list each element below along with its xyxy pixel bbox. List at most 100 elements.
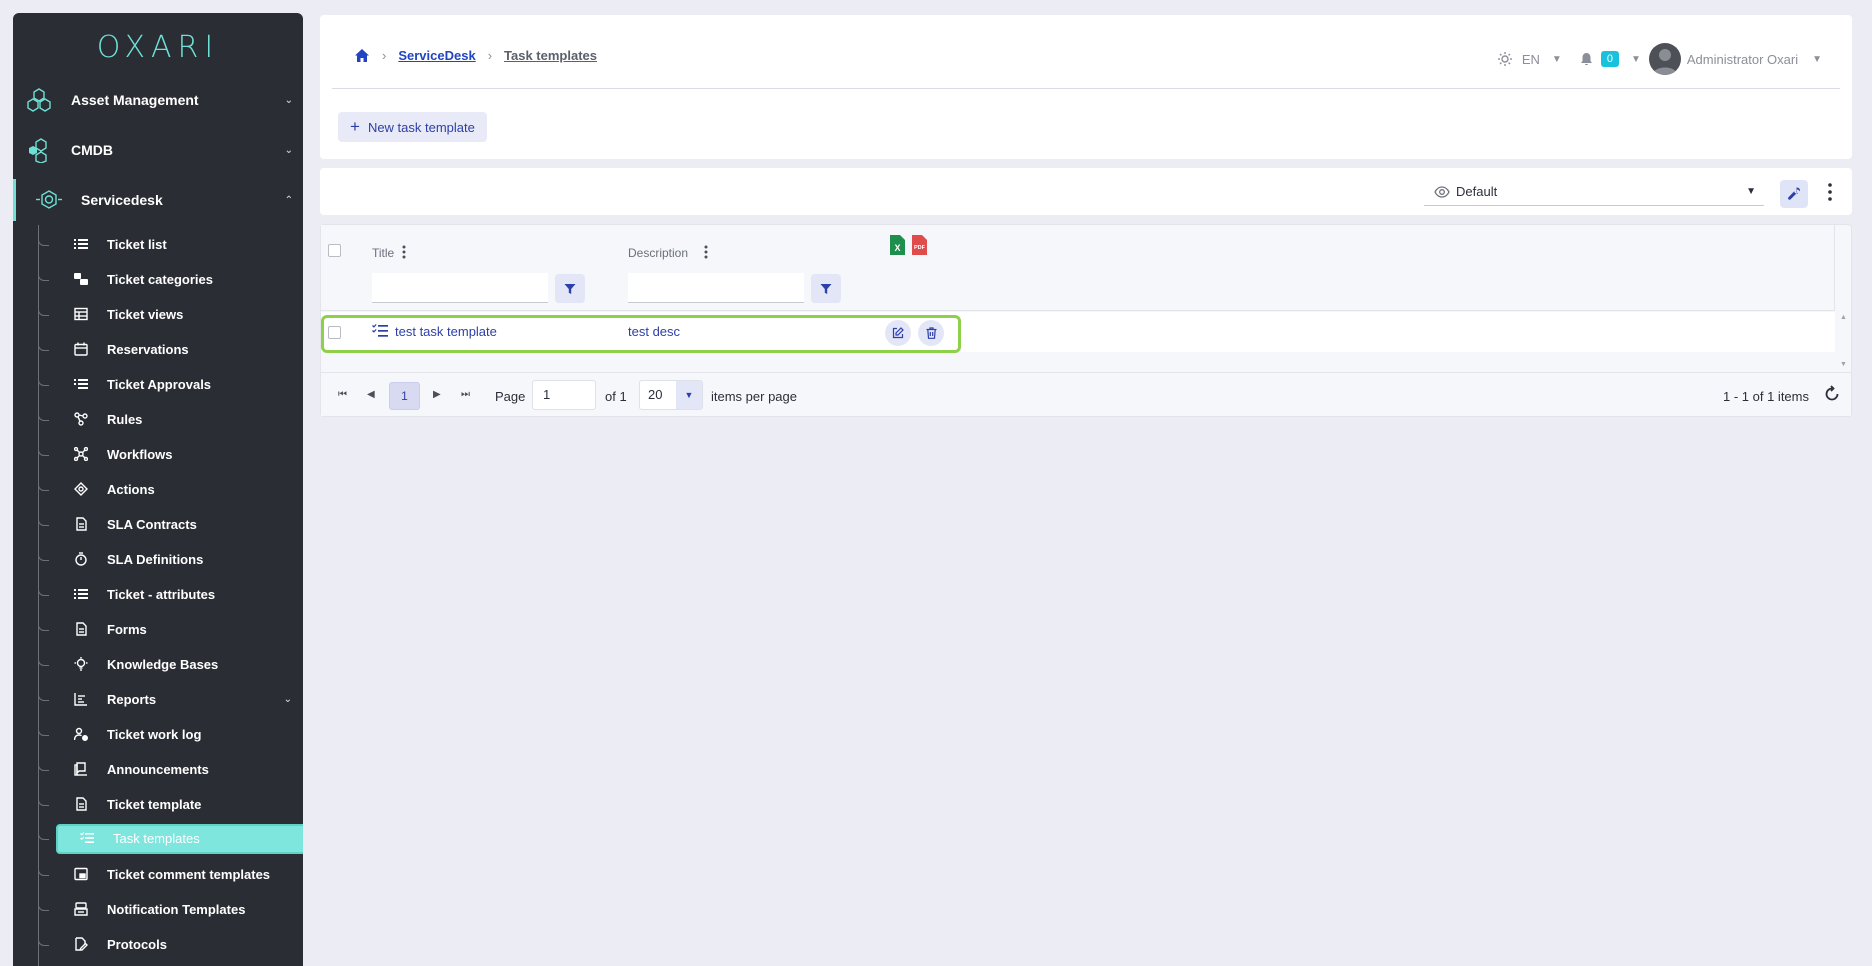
sidebar-item-label: Ticket Approvals [107,376,212,392]
user-name[interactable]: Administrator Oxari [1687,52,1798,67]
header-divider [332,88,1840,89]
sidebar-item-notification-templates[interactable]: Notification Templates [38,893,300,925]
page-size-select[interactable]: 20 ▼ [639,380,703,410]
title-filter-button[interactable] [555,274,585,303]
description-filter-input[interactable] [628,273,804,303]
sidebar-item-ticket-views[interactable]: Ticket views [38,298,300,330]
sidebar-item-label: Actions [107,481,155,497]
chevron-down-icon: ⌄ [283,693,292,705]
column-header-title[interactable]: Title [372,246,394,260]
sidebar-item-ticket-comment-templates[interactable]: Ticket comment templates [38,858,300,890]
caret-down-icon[interactable]: ▼ [1812,54,1822,65]
select-all-checkbox[interactable] [328,244,341,257]
home-icon[interactable] [354,48,370,63]
sidebar-item-actions[interactable]: Actions [38,473,300,505]
bell-icon[interactable] [1580,52,1593,66]
hexagon-cluster-icon [27,88,51,112]
column-menu-icon[interactable] [401,244,407,260]
breadcrumb-current[interactable]: Task templates [504,48,597,63]
new-task-template-button[interactable]: + New task template [338,112,487,142]
sidebar-item-ticket-template[interactable]: Ticket template [38,788,300,820]
sidebar-item-cmdb[interactable]: CMDB ⌄ [13,129,303,171]
template-icon [76,797,87,811]
breadcrumb-servicedesk-link[interactable]: ServiceDesk [398,48,475,63]
title-filter-input[interactable] [372,273,548,303]
delete-button[interactable] [918,320,944,346]
scroll-up-icon[interactable]: ▲ [1840,314,1847,321]
previous-page-icon[interactable]: ◀ [367,389,375,400]
cmdb-icon [29,138,47,163]
sidebar-item-rules[interactable]: Rules [38,403,300,435]
theme-sun-icon[interactable] [1497,52,1512,66]
actions-icon [74,482,88,496]
caret-down-icon[interactable]: ▼ [1631,54,1641,65]
page-label: Page [495,389,526,404]
sidebar-item-protocols[interactable]: Protocols [38,928,300,960]
breadcrumb: › ServiceDesk › Task templates [354,48,597,63]
next-page-icon[interactable]: ▶ [433,389,441,400]
sidebar-item-label: Servicedesk [81,192,163,208]
language-selector[interactable]: EN [1522,52,1540,67]
items-per-page-label: items per page [711,389,797,404]
sidebar-item-ticket-categories[interactable]: Ticket categories [38,263,300,295]
avatar[interactable] [1648,43,1681,75]
vertical-scrollbar[interactable]: ▲ ▼ [1837,312,1851,370]
scroll-down-icon[interactable]: ▼ [1840,361,1847,368]
sidebar-item-asset-management[interactable]: Asset Management ⌄ [13,79,303,121]
reports-icon [74,693,87,706]
sidebar-item-label: Ticket views [107,306,184,322]
rules-icon [74,412,88,426]
description-filter-button[interactable] [811,274,841,303]
chevron-down-icon: ⌄ [284,94,293,106]
sidebar-item-announcements[interactable]: Announcements [38,753,300,785]
calendar-icon [74,342,88,356]
sidebar-item-label: SLA Contracts [107,516,197,532]
logo: OXARI [13,13,303,75]
excel-icon[interactable]: X [889,235,905,255]
sidebar-item-ticket-attributes[interactable]: Ticket - attributes [38,578,300,610]
sidebar-item-sla-definitions[interactable]: SLA Definitions [38,543,300,575]
settings-wrench-button[interactable] [1780,180,1808,208]
comment-template-icon [74,867,88,881]
sidebar-item-reservations[interactable]: Reservations [38,333,300,365]
sidebar-item-workflows[interactable]: Workflows [38,438,300,470]
pager-summary: 1 - 1 of 1 items [1723,389,1809,404]
sidebar-item-ticket-list[interactable]: Ticket list [38,228,300,260]
sidebar-item-ticket-approvals[interactable]: Ticket Approvals [38,368,300,400]
sidebar-item-forms[interactable]: Forms [38,613,300,645]
page-number-input[interactable]: 1 [532,380,596,410]
refresh-icon[interactable] [1823,385,1841,403]
notification-count-badge[interactable]: 0 [1600,51,1619,67]
column-header-description[interactable]: Description [628,246,688,260]
sidebar-item-label: Forms [107,621,147,637]
sidebar-item-servicedesk[interactable]: Servicedesk ⌃ [13,179,303,221]
pdf-icon[interactable]: PDF [911,235,927,255]
column-menu-icon[interactable] [703,244,709,260]
sidebar-item-label: Ticket comment templates [107,866,271,882]
caret-down-icon[interactable]: ▼ [1552,54,1562,65]
chevron-down-icon: ⌄ [284,144,293,156]
sidebar-item-knowledge-bases[interactable]: Knowledge Bases [38,648,300,680]
view-selector[interactable]: Default ▼ [1424,178,1764,206]
sidebar-item-label: Reservations [107,341,189,357]
sidebar-item-reports[interactable]: Reports ⌄ [38,683,300,715]
sidebar-item-ticket-work-log[interactable]: Ticket work log [38,718,300,750]
cell-description: test desc [628,324,681,339]
first-page-icon[interactable]: ⏮ [338,389,347,400]
wrench-icon [1788,187,1801,200]
logo-text: OXARI [96,29,220,65]
cell-title[interactable]: test task template [395,324,497,339]
form-icon [76,622,87,636]
plus-icon: + [350,117,360,136]
svg-text:PDF: PDF [914,245,926,251]
row-checkbox[interactable] [328,326,341,339]
sidebar-item-label: SLA Definitions [107,551,204,567]
edit-icon [892,327,904,339]
sidebar-item-task-templates[interactable]: Task templates [38,822,303,854]
announcement-icon [74,762,87,776]
page-button-current[interactable]: 1 [389,382,420,410]
last-page-icon[interactable]: ⏭ [461,389,470,400]
more-vertical-icon[interactable] [1826,182,1834,202]
edit-button[interactable] [885,320,911,346]
sidebar-item-sla-contracts[interactable]: SLA Contracts [38,508,300,540]
